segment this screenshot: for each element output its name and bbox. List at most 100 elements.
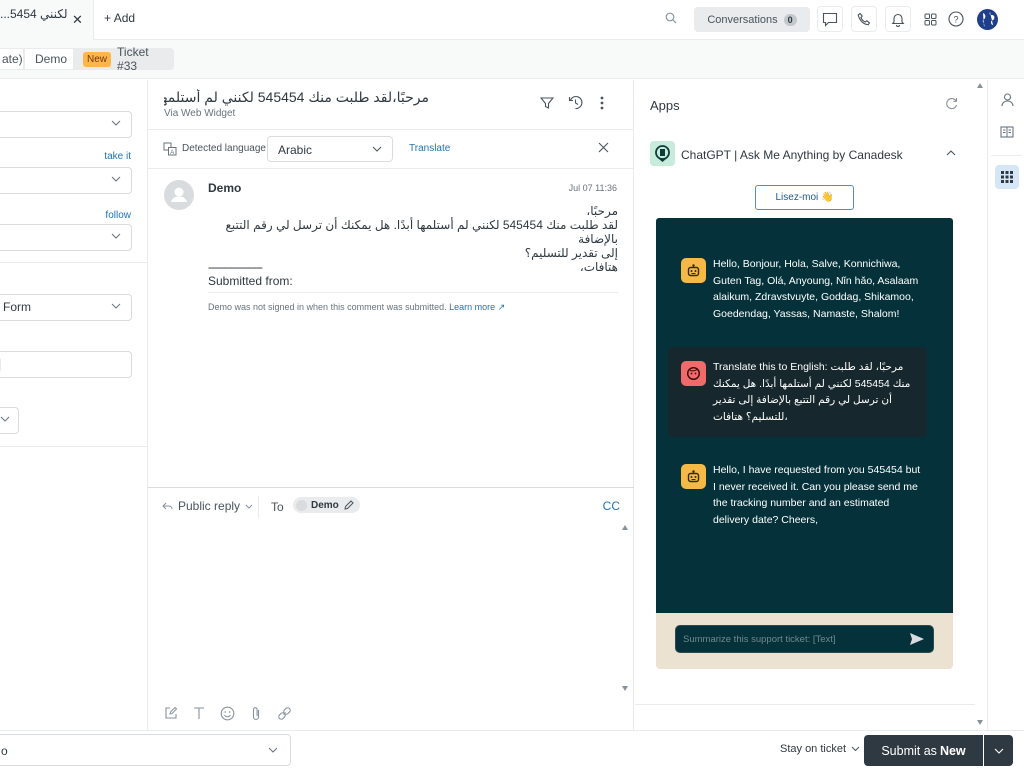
attachment-icon[interactable]	[251, 706, 261, 721]
breadcrumb-item-requester[interactable]: Demo	[24, 48, 74, 70]
svg-text:A: A	[170, 150, 174, 156]
notifications-button[interactable]	[885, 6, 911, 32]
reply-arrow-icon	[162, 502, 173, 511]
search-icon[interactable]	[665, 12, 677, 24]
close-icon[interactable]	[598, 142, 609, 153]
message-separator: ------------------	[208, 260, 263, 274]
chevron-down-icon	[0, 416, 10, 422]
scroll-down-arrow[interactable]	[622, 686, 628, 691]
globe-avatar-icon[interactable]	[977, 9, 998, 30]
conversations-label: Conversations	[707, 13, 778, 26]
ticket-channel: Via Web Widget	[164, 108, 236, 119]
more-options-icon[interactable]	[600, 96, 604, 110]
recipient-pill[interactable]: Demo	[293, 497, 360, 513]
divider	[0, 262, 148, 263]
chat-input-area: Summarize this support ticket: [Text]	[656, 613, 953, 669]
message-author[interactable]: Demo	[208, 181, 241, 195]
external-link-icon: ↗	[497, 302, 506, 312]
close-tab-icon[interactable]: ✕	[72, 12, 83, 28]
chevron-down-icon	[111, 176, 121, 182]
submit-status: New	[939, 743, 966, 758]
status-badge: New	[83, 51, 112, 67]
take-it-link[interactable]: take it	[104, 151, 131, 162]
chevron-up-icon[interactable]	[946, 150, 956, 156]
breadcrumb-item-org[interactable]: ate)	[0, 48, 24, 70]
type-select[interactable]	[0, 407, 19, 434]
ticket-tab-active[interactable]: ...5454 لكنني ✕	[0, 0, 94, 40]
chatgpt-app-logo	[650, 141, 675, 166]
add-tab-button[interactable]: + Add	[104, 11, 135, 25]
submit-label: Submit as	[881, 743, 937, 758]
macro-select-value: o	[1, 744, 8, 758]
breadcrumb: ate) Demo New Ticket #33	[0, 40, 1024, 79]
chat-prompt-input[interactable]: Summarize this support ticket: [Text]	[675, 625, 934, 653]
bell-icon	[891, 12, 905, 27]
message-line: مرحبًا،	[586, 204, 618, 218]
message-body: مرحبًا، لقد طلبت منك 545454 لكنني لم أست…	[208, 204, 618, 274]
submitted-from-label: Submitted from:	[208, 274, 293, 288]
macro-select[interactable]: o	[0, 734, 291, 766]
scroll-up-arrow[interactable]	[977, 83, 983, 88]
avatar[interactable]	[164, 180, 194, 210]
translate-button[interactable]: Translate	[409, 143, 450, 154]
tag-chip[interactable]	[0, 358, 1, 372]
scroll-up-arrow[interactable]	[622, 525, 628, 530]
language-select[interactable]: Arabic	[267, 136, 393, 162]
app-name: ChatGPT | Ask Me Anything by Canadesk	[681, 148, 903, 162]
chevron-down-icon	[111, 120, 121, 126]
language-value: Arabic	[278, 143, 313, 157]
apps-button[interactable]	[995, 165, 1019, 189]
submit-options-button[interactable]	[984, 735, 1013, 766]
chevron-down-icon	[111, 233, 121, 239]
readme-button[interactable]: Lisez-moi 👋	[755, 185, 854, 210]
customer-context-button[interactable]	[995, 88, 1019, 112]
signin-note: Demo was not signed in when this comment…	[208, 302, 505, 313]
breadcrumb-item-label: Demo	[35, 52, 68, 66]
scroll-down-arrow[interactable]	[977, 720, 983, 725]
help-icon[interactable]: ?	[948, 11, 964, 27]
ticket-subject: مرحبًا،لقد طلبت منك 545454 لكنني لم أستل…	[164, 89, 429, 105]
knowledge-button[interactable]	[995, 120, 1019, 144]
user-face-icon	[681, 361, 706, 386]
apps-scrollbar[interactable]	[975, 80, 987, 730]
chat-input-placeholder: Summarize this support ticket: [Text]	[683, 634, 836, 645]
reply-composer: Public reply To Demo CC	[148, 487, 634, 730]
reply-type-select[interactable]: Public reply	[162, 499, 253, 513]
compose-icon[interactable]	[164, 706, 178, 720]
translation-bar: A Detected language Arabic Translate	[148, 129, 634, 169]
translate-language-icon: A	[163, 142, 177, 156]
ticket-form-select[interactable]: Form	[0, 294, 132, 321]
assignee-select[interactable]	[0, 167, 132, 194]
learn-more-label: Learn more	[449, 302, 496, 312]
brand-select[interactable]	[0, 111, 132, 138]
follow-link[interactable]: follow	[105, 210, 131, 221]
emoji-icon[interactable]	[220, 706, 235, 721]
ticket-number: Ticket #33	[117, 45, 149, 73]
conversations-button[interactable]: Conversations 0	[694, 7, 810, 32]
submit-button[interactable]: Submit as New	[864, 735, 983, 766]
robot-icon	[681, 464, 706, 489]
reply-text-area[interactable]	[162, 524, 614, 689]
history-icon[interactable]	[568, 95, 583, 110]
breadcrumb-item-ticket[interactable]: New Ticket #33	[74, 45, 174, 73]
text-format-icon[interactable]	[193, 706, 205, 720]
phone-button[interactable]	[851, 6, 877, 32]
link-icon[interactable]	[277, 706, 292, 721]
pencil-icon[interactable]	[343, 499, 354, 511]
plus-icon: +	[104, 11, 112, 25]
conversations-count: 0	[783, 13, 797, 26]
learn-more-link[interactable]: Learn more ↗	[449, 302, 505, 312]
product-tray-icon[interactable]	[924, 13, 937, 26]
chevron-down-icon	[111, 303, 121, 309]
send-icon[interactable]	[909, 632, 925, 646]
followers-select[interactable]	[0, 224, 132, 251]
tags-input[interactable]	[0, 351, 132, 378]
divider	[208, 292, 618, 293]
breadcrumb-item-label: ate)	[2, 52, 23, 66]
chat-button[interactable]	[817, 6, 843, 32]
filter-icon[interactable]	[540, 96, 554, 110]
refresh-icon[interactable]	[945, 97, 958, 110]
svg-text:?: ?	[953, 15, 958, 25]
stay-on-ticket-select[interactable]: Stay on ticket	[780, 743, 860, 755]
cc-button[interactable]: CC	[603, 499, 620, 513]
